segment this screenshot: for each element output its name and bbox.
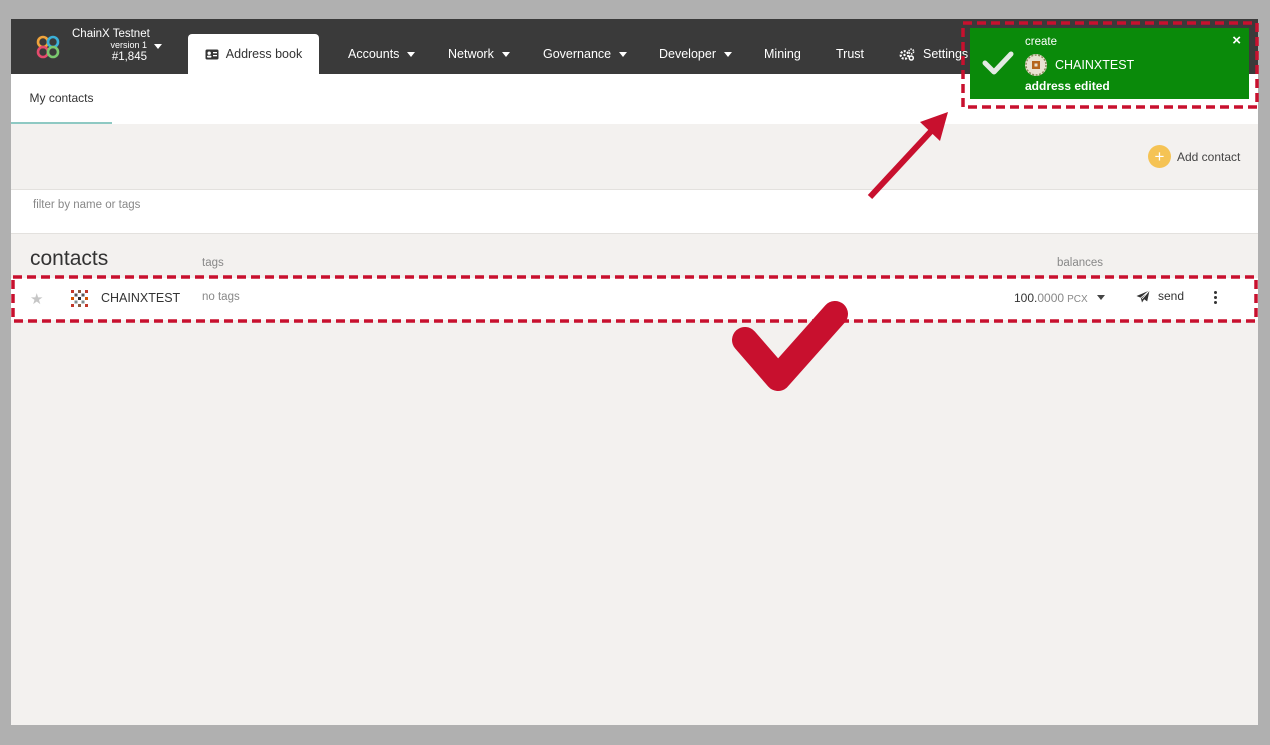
balance-integer: 100. bbox=[1014, 291, 1038, 305]
notification-toast: × create CHAINXTEST address edited bbox=[970, 28, 1249, 99]
contact-row: ★ CHAINXTEST no tags 100. 0000 PCX send bbox=[11, 278, 1258, 320]
balances-column-header: balances bbox=[1057, 257, 1104, 269]
more-options-icon[interactable] bbox=[1211, 289, 1219, 309]
balance-unit: PCX bbox=[1067, 294, 1088, 305]
paper-plane-icon bbox=[1136, 289, 1150, 302]
tags-column-header: tags bbox=[202, 257, 224, 269]
chainx-logo[interactable] bbox=[35, 34, 61, 60]
nav-developer[interactable]: Developer bbox=[659, 34, 732, 74]
caret-down-icon bbox=[1096, 295, 1105, 300]
checkmark-icon bbox=[982, 51, 1014, 75]
send-label: send bbox=[1158, 289, 1185, 303]
nav-address-book-label: Address book bbox=[225, 47, 303, 61]
balance-decimals: 0000 bbox=[1037, 291, 1065, 305]
caret-down-icon bbox=[723, 51, 732, 57]
gears-icon bbox=[899, 47, 915, 61]
nav-developer-label: Developer bbox=[659, 47, 716, 61]
toast-action: create bbox=[1025, 36, 1057, 48]
send-button[interactable]: send bbox=[1136, 289, 1184, 303]
nav-settings-label: Settings bbox=[923, 47, 969, 61]
nav-accounts[interactable]: Accounts bbox=[348, 34, 416, 74]
chain-name: ChainX Testnet bbox=[72, 28, 150, 40]
app-window: ChainX Testnet version 1 #1,845 Address … bbox=[11, 19, 1258, 725]
caret-down-icon bbox=[501, 51, 510, 57]
nav-mining-label: Mining bbox=[764, 47, 801, 61]
nav-trust-label: Trust bbox=[836, 47, 865, 61]
chain-version: version 1 bbox=[110, 40, 147, 50]
identicon-icon[interactable] bbox=[70, 289, 89, 308]
block-number: #1,845 bbox=[111, 51, 147, 63]
contacts-heading: contacts bbox=[30, 247, 109, 270]
account-identicon-icon bbox=[1025, 54, 1047, 76]
plus-icon: + bbox=[1148, 145, 1171, 168]
tab-my-contacts[interactable]: My contacts bbox=[11, 74, 112, 124]
nav-settings[interactable]: Settings bbox=[899, 34, 968, 74]
nav-network[interactable]: Network bbox=[448, 34, 510, 74]
filter-input[interactable] bbox=[31, 198, 735, 212]
chevron-down-icon[interactable] bbox=[154, 44, 162, 49]
nav-governance[interactable]: Governance bbox=[543, 34, 628, 74]
filter-bar bbox=[11, 189, 1258, 234]
nav-mining[interactable]: Mining bbox=[764, 34, 801, 74]
caret-down-icon bbox=[407, 51, 416, 57]
contact-tags: no tags bbox=[202, 291, 240, 303]
toast-account-name: CHAINXTEST bbox=[1055, 58, 1135, 72]
add-contact-button[interactable]: + Add contact bbox=[1148, 145, 1240, 168]
caret-down-icon bbox=[619, 51, 628, 57]
star-icon[interactable]: ★ bbox=[30, 290, 43, 308]
nav-trust[interactable]: Trust bbox=[836, 34, 864, 74]
chain-selector[interactable]: ChainX Testnet version 1 #1,845 bbox=[72, 28, 162, 63]
add-contact-label: Add contact bbox=[1177, 149, 1241, 164]
toast-message: address edited bbox=[1025, 79, 1110, 93]
nav-governance-label: Governance bbox=[543, 47, 612, 61]
close-icon[interactable]: × bbox=[1232, 32, 1241, 49]
address-card-icon bbox=[205, 49, 219, 59]
nav-address-book[interactable]: Address book bbox=[188, 34, 319, 74]
nav-accounts-label: Accounts bbox=[348, 47, 400, 61]
balance-dropdown[interactable]: 100. 0000 PCX bbox=[1014, 291, 1105, 305]
contact-name[interactable]: CHAINXTEST bbox=[101, 291, 180, 305]
nav-network-label: Network bbox=[448, 47, 494, 61]
